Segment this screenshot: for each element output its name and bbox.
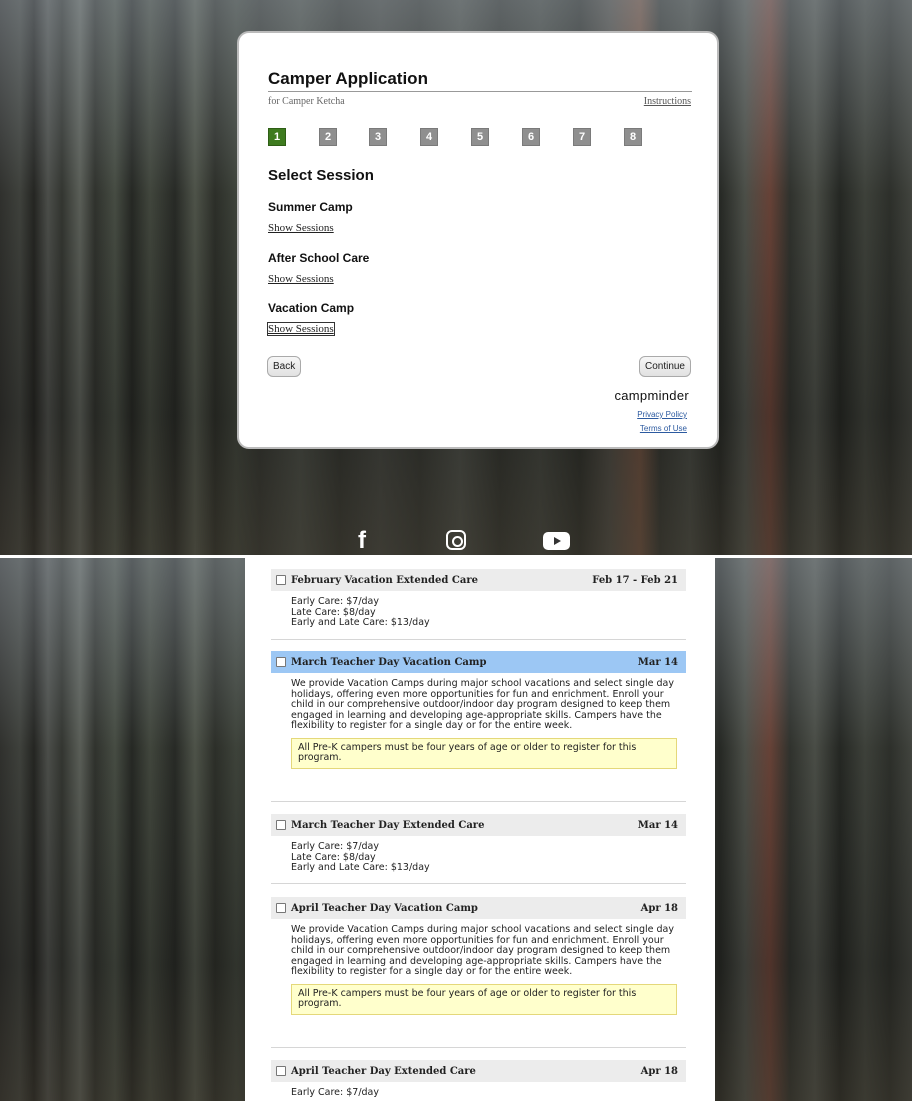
session-name: April Teacher Day Vacation Camp: [291, 902, 478, 914]
session-header[interactable]: February Vacation Extended Care Feb 17 -…: [271, 569, 686, 591]
session-checkbox[interactable]: [276, 657, 286, 667]
show-sessions-after-school-care[interactable]: Show Sessions: [268, 273, 334, 285]
session-pricing: Early Care: $7/day Late Care: $8/day Ear…: [271, 836, 686, 874]
back-button[interactable]: Back: [267, 356, 302, 377]
campminder-logo: campminder: [614, 388, 689, 403]
camper-subtitle: for Camper Ketcha: [268, 96, 345, 107]
show-sessions-summer-camp[interactable]: Show Sessions: [268, 222, 334, 234]
session-item: March Teacher Day Vacation Camp Mar 14 W…: [271, 651, 686, 769]
youtube-icon[interactable]: [543, 532, 570, 550]
session-item: April Teacher Day Extended Care Apr 18 E…: [271, 1060, 686, 1099]
session-pricing: Early Care: $7/day: [271, 1082, 686, 1099]
section-title: Select Session: [268, 167, 374, 184]
session-name: March Teacher Day Vacation Camp: [291, 656, 487, 668]
session-item: April Teacher Day Vacation Camp Apr 18 W…: [271, 897, 686, 1015]
show-sessions-vacation-camp[interactable]: Show Sessions: [267, 322, 335, 336]
session-checkbox[interactable]: [276, 903, 286, 913]
step-7[interactable]: 7: [573, 128, 591, 146]
pricing-line: Early Care: $7/day: [291, 1087, 379, 1098]
session-item: March Teacher Day Extended Care Mar 14 E…: [271, 814, 686, 874]
category-after-school-care: After School Care: [268, 251, 370, 265]
session-item: February Vacation Extended Care Feb 17 -…: [271, 569, 686, 629]
step-6[interactable]: 6: [522, 128, 540, 146]
privacy-policy-link[interactable]: Privacy Policy: [637, 410, 687, 419]
session-dates: Mar 14: [637, 819, 678, 831]
session-note: All Pre-K campers must be four years of …: [291, 737, 677, 769]
pricing-line: Early Care: $7/day: [291, 841, 379, 852]
session-separator: [271, 1047, 686, 1048]
step-3[interactable]: 3: [369, 128, 387, 146]
step-2[interactable]: 2: [319, 128, 337, 146]
step-1[interactable]: 1: [268, 128, 286, 146]
category-summer-camp: Summer Camp: [268, 200, 353, 214]
session-checkbox[interactable]: [276, 820, 286, 830]
session-note: All Pre-K campers must be four years of …: [291, 983, 677, 1015]
session-dates: Apr 18: [640, 1065, 678, 1077]
step-5[interactable]: 5: [471, 128, 489, 146]
session-header[interactable]: April Teacher Day Extended Care Apr 18: [271, 1060, 686, 1082]
terms-of-use-link[interactable]: Terms of Use: [640, 424, 687, 433]
session-header[interactable]: March Teacher Day Extended Care Mar 14: [271, 814, 686, 836]
step-4[interactable]: 4: [420, 128, 438, 146]
continue-button[interactable]: Continue: [638, 356, 691, 377]
page-title: Camper Application: [268, 69, 428, 88]
session-pricing: Early Care: $7/day Late Care: $8/day Ear…: [271, 591, 686, 629]
instagram-icon[interactable]: [446, 530, 466, 550]
session-separator: [271, 639, 686, 640]
session-name: April Teacher Day Extended Care: [291, 1065, 476, 1077]
session-dates: Mar 14: [637, 656, 678, 668]
application-card: Camper Application for Camper Ketcha Ins…: [237, 31, 719, 449]
session-checkbox[interactable]: [276, 575, 286, 585]
session-header[interactable]: April Teacher Day Vacation Camp Apr 18: [271, 897, 686, 919]
session-dates: Feb 17 - Feb 21: [592, 574, 678, 586]
step-8[interactable]: 8: [624, 128, 642, 146]
facebook-icon[interactable]: f: [358, 527, 366, 555]
session-description: We provide Vacation Camps during major s…: [291, 924, 674, 977]
session-separator: [271, 801, 686, 802]
pricing-line: Early and Late Care: $13/day: [291, 617, 430, 628]
pricing-line: Early Care: $7/day: [291, 596, 379, 607]
session-checkbox[interactable]: [276, 1066, 286, 1076]
session-separator: [271, 883, 686, 884]
session-description: We provide Vacation Camps during major s…: [291, 678, 674, 731]
session-name: February Vacation Extended Care: [291, 574, 478, 586]
title-rule: [268, 91, 692, 92]
session-header-highlighted[interactable]: March Teacher Day Vacation Camp Mar 14: [271, 651, 686, 673]
session-dates: Apr 18: [640, 902, 678, 914]
pricing-line: Early and Late Care: $13/day: [291, 862, 430, 873]
session-name: March Teacher Day Extended Care: [291, 819, 485, 831]
sessions-panel: February Vacation Extended Care Feb 17 -…: [245, 558, 715, 1101]
category-vacation-camp: Vacation Camp: [268, 301, 355, 315]
instructions-link[interactable]: Instructions: [644, 96, 691, 107]
